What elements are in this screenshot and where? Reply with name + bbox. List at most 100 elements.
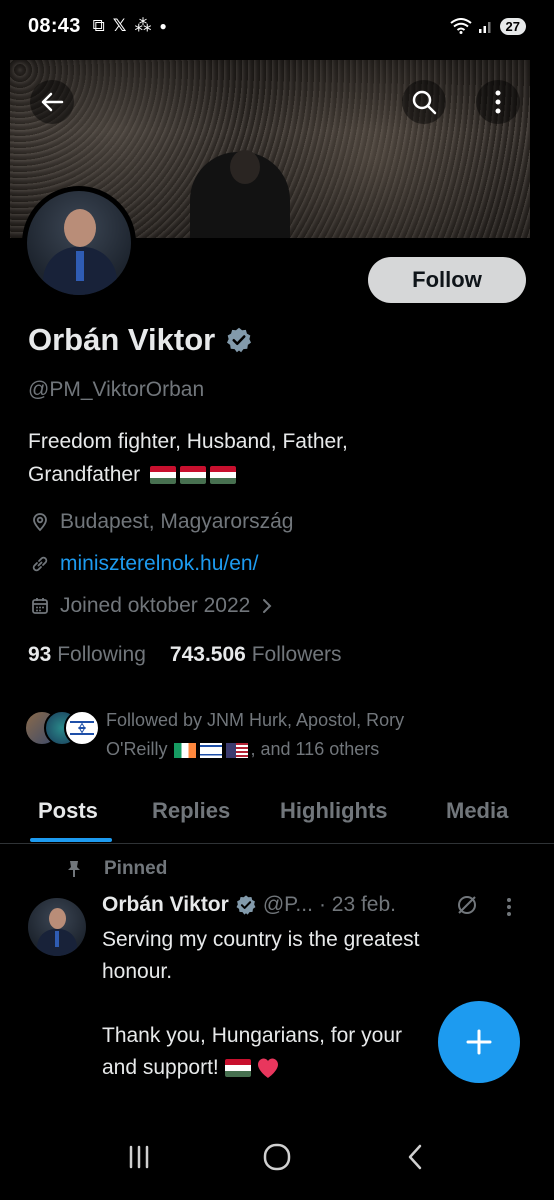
follower-avatar [64,710,100,746]
bio-flags [149,466,236,485]
bio-line-2: Grandfather [28,458,528,491]
followed-by-flags [174,742,249,758]
following-label: Following [57,643,146,666]
followed-by-line-2-prefix: O'Reilly [106,739,168,759]
profile-name-row: Orbán Viktor [28,322,253,358]
wifi-icon [449,18,472,34]
tweet-header: Orbán Viktor @P... · 23 feb. [102,893,396,917]
active-tab-indicator [30,838,112,842]
search-icon [412,90,437,115]
more-vertical-icon [507,898,511,916]
israel-flag-icon [200,742,223,758]
followed-by-avatars [24,710,100,748]
hungary-flag-icon [149,466,176,485]
home-button[interactable] [247,1142,307,1179]
banner-figure-head [230,150,260,184]
bio-line-2-text: Grandfather [28,463,141,486]
profile-tabs: Posts Replies Highlights Media [0,788,554,844]
followers-label: Followers [251,643,342,666]
signal-icon [478,22,491,33]
profile-bio: Freedom fighter, Husband, Father, Grandf… [28,425,528,491]
joined-text: Joined oktober 2022 [60,594,251,617]
tweet-line-1: Serving my country is the greatest [102,928,420,951]
followed-by-line-2-suffix: , and 116 others [250,739,380,759]
screenshot-icon: ⧉ [92,16,105,35]
profile-name: Orbán Viktor [28,322,216,357]
chevron-left-icon [408,1144,422,1169]
recent-apps-icon [129,1145,149,1168]
grok-icon[interactable] [455,893,479,917]
ireland-flag-icon [174,742,197,758]
compose-button[interactable] [438,1001,520,1083]
arrow-left-icon [41,92,64,112]
search-button[interactable] [402,80,446,124]
tab-posts[interactable]: Posts [38,798,98,824]
followers-count-link[interactable]: 743.506 Followers [170,643,342,667]
x-logo-icon: 𝕏 [112,16,127,35]
home-icon [263,1143,291,1170]
status-right: 27 [449,17,526,35]
avatar-tie [55,931,59,947]
avatar [27,191,131,295]
tweet-line-2: honour. [102,960,173,983]
avatar-face [49,908,66,929]
tweet-spacer [102,988,502,1020]
followed-by-line-2: O'Reilly , and 116 others [106,735,506,764]
following-count: 93 [28,643,52,666]
status-bar: 08:43 ⧉ 𝕏 ⁂ ● 27 [0,0,554,52]
avatar-face [64,209,96,247]
back-button[interactable] [30,80,74,124]
tab-media[interactable]: Media [446,798,508,824]
location-pin-icon [33,513,47,532]
verified-badge-icon[interactable] [225,326,253,354]
following-count-link[interactable]: 93 Following [28,643,146,667]
tweet-more-button[interactable] [506,896,512,924]
follow-button[interactable]: Follow [368,257,526,303]
profile-handle: @PM_ViktorOrban [28,378,205,401]
hungary-flag-icon [224,1059,251,1078]
more-options-button[interactable] [476,80,520,124]
plus-icon [466,1029,492,1055]
link-icon [32,556,48,572]
israel-flag-icon [70,721,94,735]
chevron-right-icon [263,599,272,613]
tweet-line-4-text: and support! [102,1056,219,1079]
followers-count: 743.506 [169,643,246,666]
tweet-date: · 23 feb. [318,893,396,916]
profile-website: miniszterelnok.hu/en/ [30,552,258,576]
calendar-icon [32,598,48,614]
heart-icon [258,1058,279,1079]
pinned-indicator: Pinned [66,858,167,880]
usa-flag-icon [226,742,249,758]
followed-by-text: Followed by JNM Hurk, Apostol, Rory O'Re… [106,706,506,764]
recent-apps-button[interactable] [109,1144,169,1177]
website-link[interactable]: miniszterelnok.hu/en/ [60,552,258,576]
profile-joined[interactable]: Joined oktober 2022 [30,594,274,618]
system-nav-bar [0,1120,554,1200]
bio-line-1: Freedom fighter, Husband, Father, [28,430,348,453]
verified-badge-icon [236,895,256,915]
pinned-label: Pinned [104,858,168,879]
tweet-author[interactable]: Orbán Viktor [102,893,229,917]
hungary-flag-icon [209,466,236,485]
notification-icons: ⧉ 𝕏 ⁂ ● [93,16,167,36]
followed-by-line-1: Followed by JNM Hurk, Apostol, Rory [106,710,405,730]
system-back-button[interactable] [385,1142,445,1179]
dot-icon: ● [159,19,167,33]
profile-avatar[interactable] [22,186,136,300]
tweet-avatar[interactable] [28,898,86,956]
profile-location: Budapest, Magyarország [30,510,293,534]
app-notification-icon: ⁂ [134,16,152,35]
hungary-flag-icon [179,466,206,485]
tab-highlights[interactable]: Highlights [280,798,388,824]
tweet-handle: @P... [262,893,313,916]
battery-indicator: 27 [499,17,526,35]
more-vertical-icon [495,90,501,114]
status-time: 08:43 [28,14,81,37]
avatar-tie [76,251,84,281]
location-text: Budapest, Magyarország [60,510,294,533]
pin-icon [68,861,80,877]
follow-counts: 93 Following 743.506 Followers [28,643,342,667]
followed-by[interactable]: Followed by JNM Hurk, Apostol, Rory O'Re… [24,706,506,764]
tab-replies[interactable]: Replies [152,798,230,824]
